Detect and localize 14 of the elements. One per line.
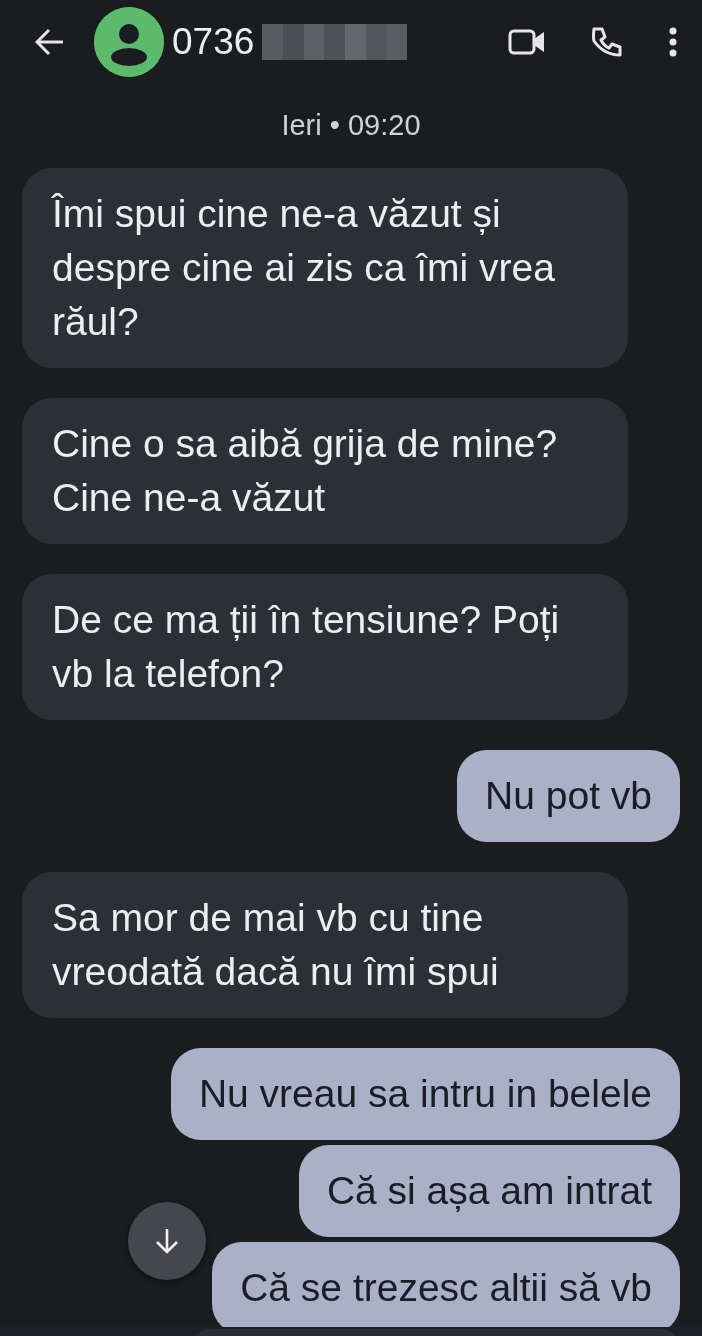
more-options-button[interactable] [668, 27, 678, 57]
avatar-icon [94, 7, 164, 77]
sent-message: Nu vreau sa intru in belele [170, 1047, 680, 1140]
sent-message: Că si așa am intrat [298, 1144, 680, 1237]
phone-call-button[interactable] [590, 25, 624, 59]
received-message: De ce ma ții în tensiune? Poți vb la telefon? [22, 573, 628, 720]
video-call-button[interactable] [508, 28, 546, 56]
timestamp: Ieri • 09:20 [280, 108, 422, 143]
arrow-down-icon [154, 1227, 180, 1255]
received-message: Sa mor de mai vb cu tine vreodată dacă nu îmi spui [22, 871, 628, 1018]
contact-name: 0736 [172, 20, 255, 65]
sent-message: Nu pot vb [457, 749, 680, 842]
received-message: Îmi spui cine ne-a văzut și despre cine ai zis ca îmi vrea răul? [22, 167, 628, 368]
received-message: Cine o sa aibă grija de mine? Cine ne-a văzut [22, 397, 628, 544]
